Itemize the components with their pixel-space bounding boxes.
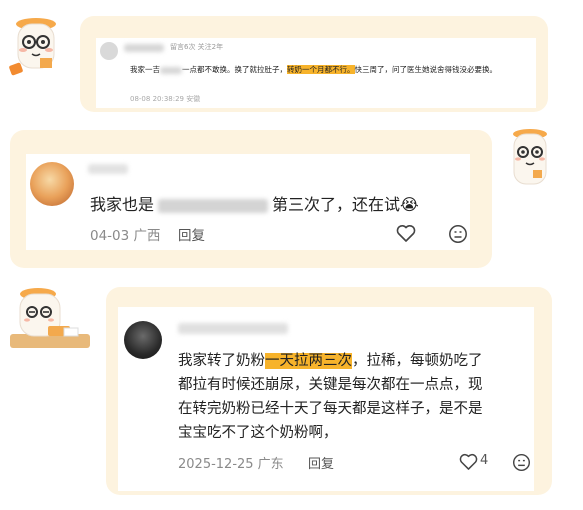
comment-text: 我家也是 第三次了，还在试😭 [90, 195, 419, 214]
avatar [30, 162, 74, 206]
mascot-icon [8, 280, 92, 350]
username-blurred [88, 164, 128, 174]
emoji-reaction-icon[interactable] [448, 224, 468, 244]
username-blurred [124, 44, 164, 52]
date-location: 04-03 广西 [90, 228, 161, 244]
comment-bubble: 我家也是 第三次了，还在试😭 04-03 广西 回复 [10, 130, 492, 268]
emoji-reaction-icon[interactable] [512, 453, 531, 472]
like-count: 4 [480, 453, 489, 468]
username-blurred [178, 323, 288, 334]
mascot-icon [6, 14, 66, 86]
reply-button[interactable]: 回复 [178, 224, 205, 244]
avatar [100, 42, 118, 60]
comment-card: 留言6次 关注2年 我家一吉 一点都不敢换。换了就拉肚子，转奶一个月都不行。快三周… [96, 38, 536, 108]
comment-text: 我家一吉 一点都不敢换。换了就拉肚子，转奶一个月都不行。快三周了，问了医生她说舍得… [130, 65, 497, 74]
heart-icon[interactable] [459, 453, 478, 470]
user-meta: 留言6次 关注2年 [170, 43, 224, 51]
mascot-icon [506, 126, 554, 196]
heart-icon[interactable] [396, 224, 416, 242]
redacted-text [158, 198, 269, 213]
reply-button[interactable]: 回复 [308, 453, 334, 472]
avatar [124, 321, 162, 359]
comment-card: 我家转了奶粉一天拉两三次，拉稀，每顿奶吃了 都拉有时候还崩尿，关键是每次都在一点… [118, 307, 534, 491]
comment-card: 我家也是 第三次了，还在试😭 04-03 广西 回复 [26, 154, 470, 250]
crying-emoji: 😭 [400, 195, 419, 214]
comment-text: 我家转了奶粉一天拉两三次，拉稀，每顿奶吃了 都拉有时候还崩尿，关键是每次都在一点… [178, 353, 483, 441]
comment-bubble: 留言6次 关注2年 我家一吉 一点都不敢换。换了就拉肚子，转奶一个月都不行。快三周… [80, 16, 548, 112]
date-location: 2025-12-25 广东 [178, 457, 284, 472]
comment-bubble: 我家转了奶粉一天拉两三次，拉稀，每顿奶吃了 都拉有时候还崩尿，关键是每次都在一点… [106, 287, 552, 495]
timestamp: 08-08 20:38:29 安徽 [130, 95, 201, 103]
redacted-text [160, 66, 182, 74]
